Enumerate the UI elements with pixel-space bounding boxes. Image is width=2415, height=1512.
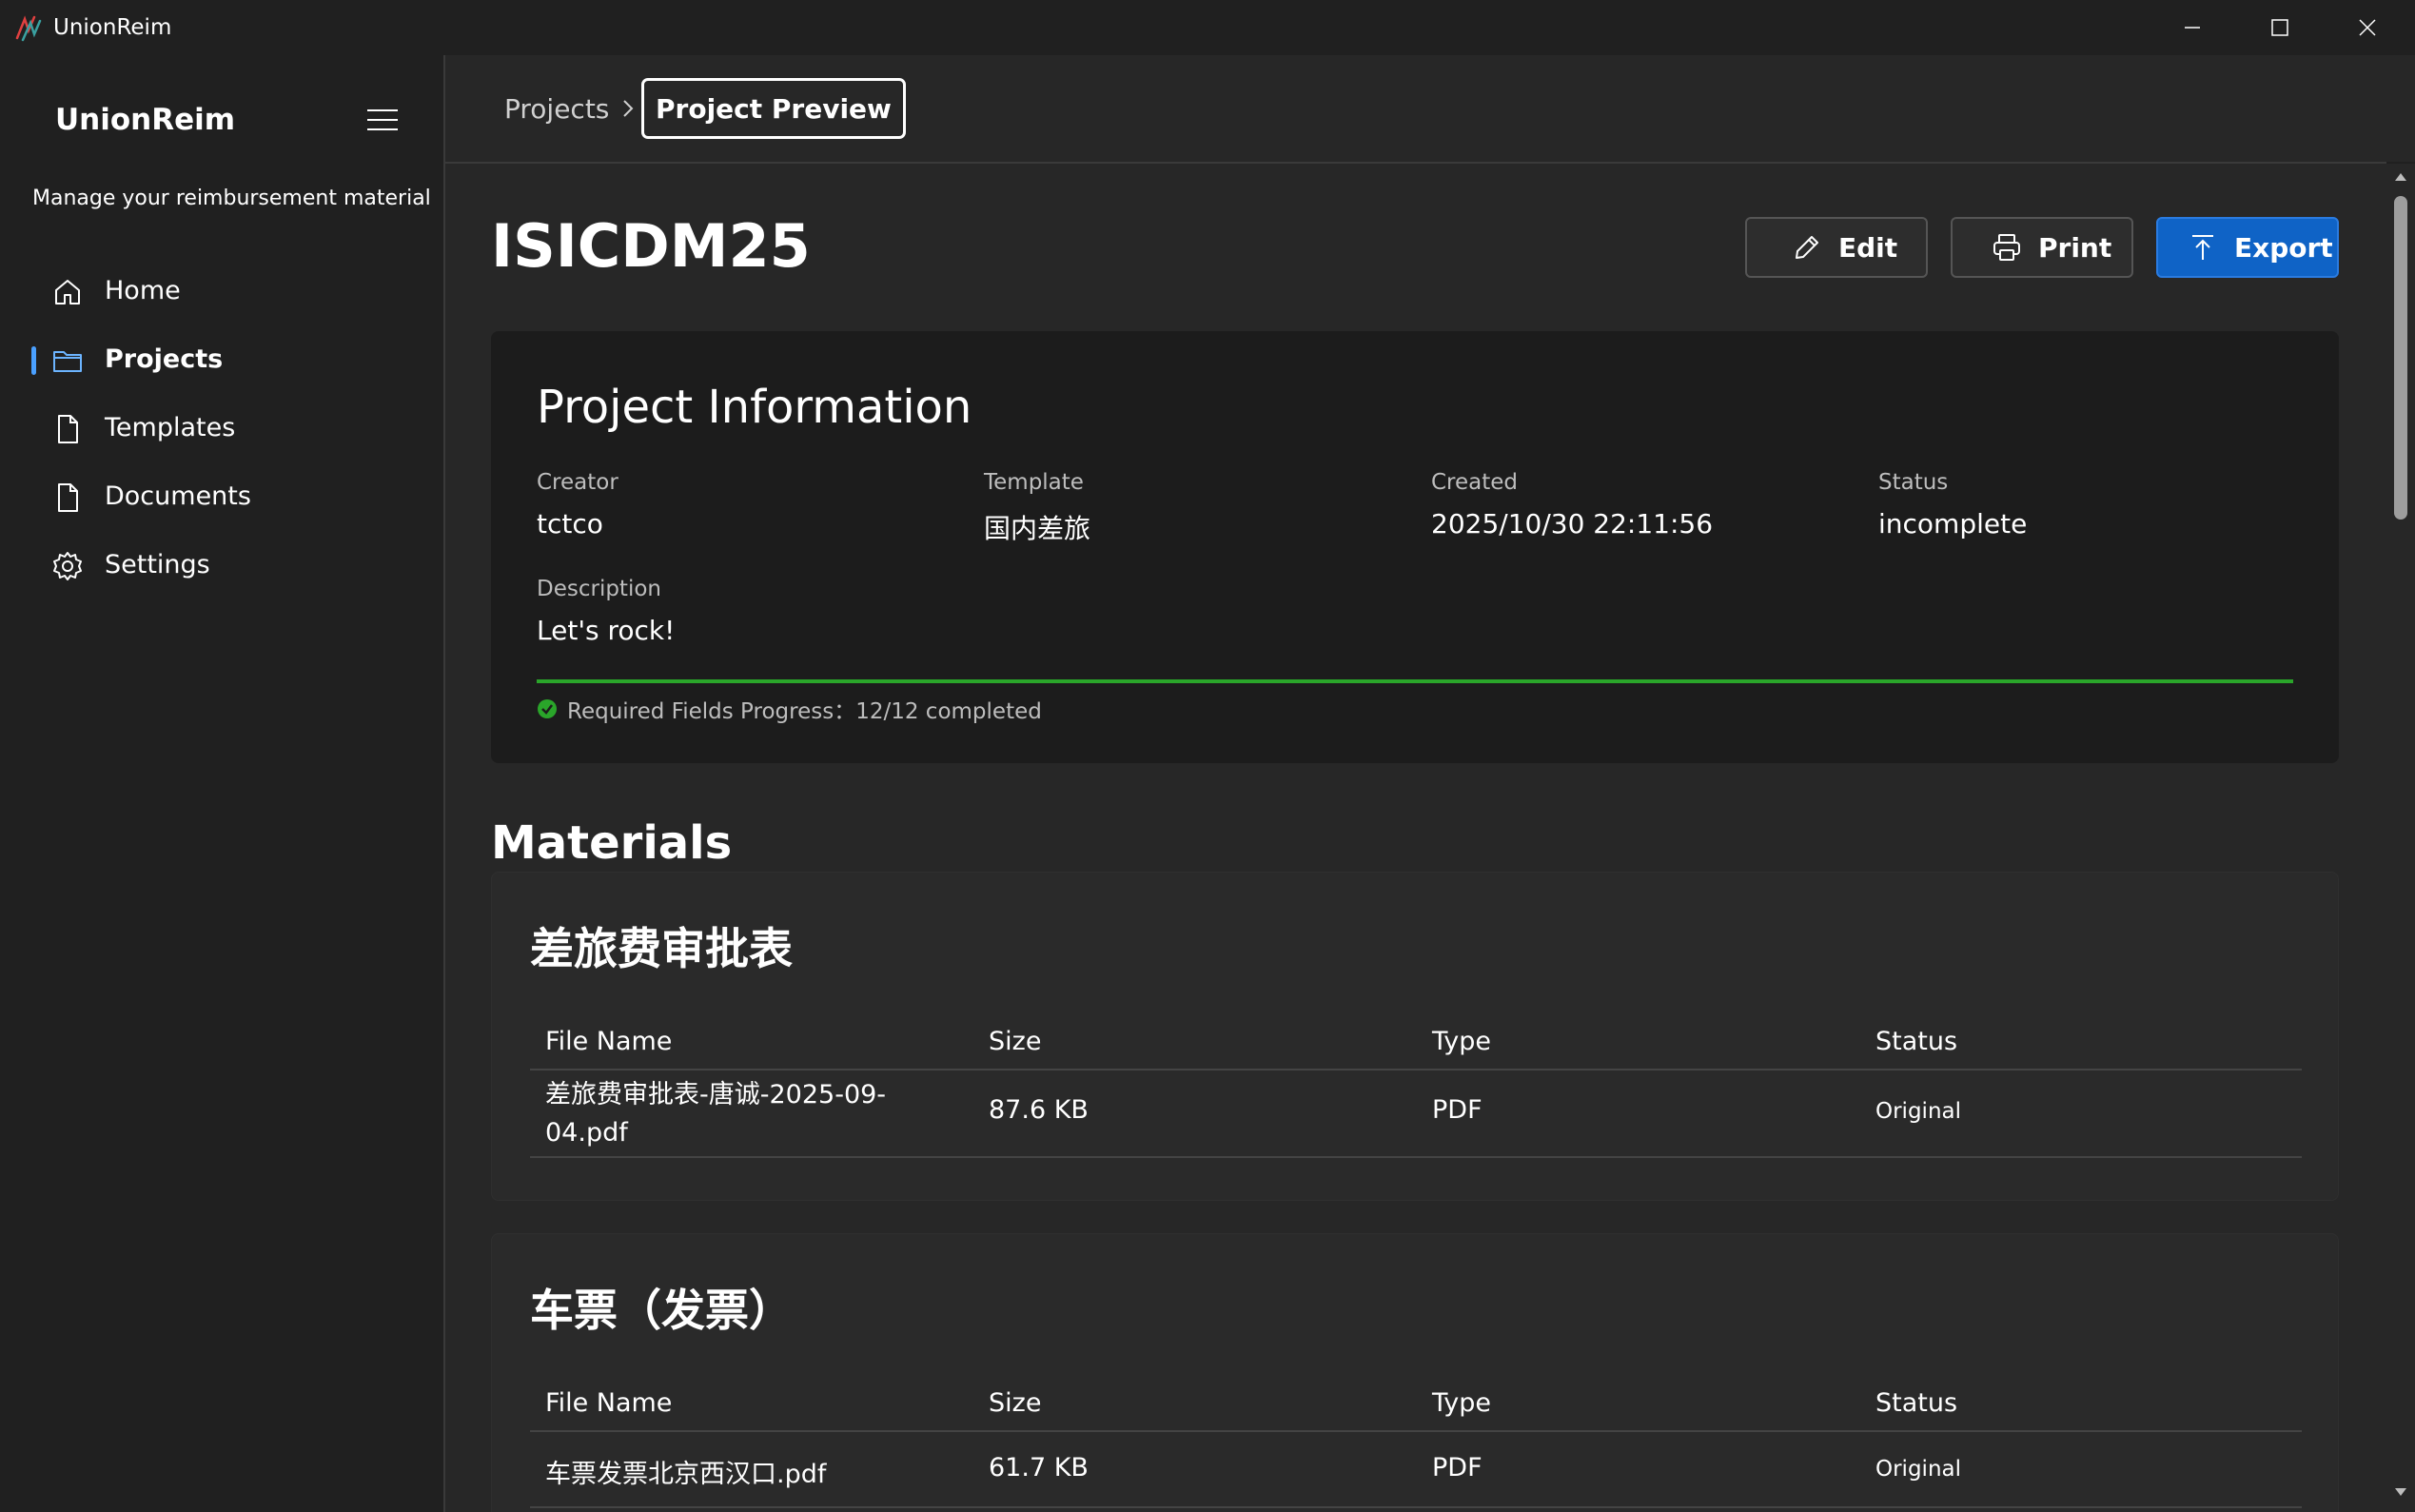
page-title: ISICDM25 xyxy=(491,211,811,281)
type-cell: PDF xyxy=(1432,1095,1482,1125)
main-content: ISICDM25 Edit Print Export Project Infor… xyxy=(445,164,2386,1512)
sidebar-item-settings[interactable]: Settings xyxy=(29,537,419,594)
table-row[interactable]: 车票发票北京西汉口.pdf 61.7 KB PDF Original xyxy=(530,1432,2302,1508)
edit-button[interactable]: Edit xyxy=(1745,217,1928,278)
required-fields-progress-bar xyxy=(537,679,2293,683)
status-cell: Original xyxy=(1875,1457,1962,1482)
sidebar-brand: UnionReim xyxy=(55,103,236,137)
description-value: Let's rock! xyxy=(537,615,676,646)
scroll-up-icon[interactable] xyxy=(2393,169,2408,185)
project-info-title: Project Information xyxy=(537,381,972,434)
description-label: Description xyxy=(537,577,661,601)
sidebar-item-label: Home xyxy=(105,276,181,305)
creator-label: Creator xyxy=(537,470,618,495)
created-label: Created xyxy=(1431,470,1519,495)
app-logo-icon xyxy=(15,15,42,42)
breadcrumb: Projects Project Preview xyxy=(445,55,2415,162)
export-button[interactable]: Export xyxy=(2156,217,2339,278)
column-header-type: Type xyxy=(1432,1388,1492,1418)
column-header-size: Size xyxy=(989,1027,1042,1056)
material-group-card: 车票（发票） File Name Size Type Status 车票发票北京… xyxy=(491,1233,2339,1512)
close-button[interactable] xyxy=(2324,0,2411,55)
printer-icon xyxy=(1993,234,2020,261)
breadcrumb-current[interactable]: Project Preview xyxy=(641,78,906,139)
document-icon xyxy=(58,415,78,443)
material-group-title: 车票（发票） xyxy=(530,1285,793,1336)
type-cell: PDF xyxy=(1432,1453,1482,1483)
print-button-label: Print xyxy=(2038,231,2112,264)
column-header-file-name: File Name xyxy=(545,1388,673,1418)
table-row[interactable]: 差旅费审批表-唐诚-2025-09-04.pdf 87.6 KB PDF Ori… xyxy=(530,1070,2302,1158)
sidebar: UnionReim Manage your reimbursement mate… xyxy=(0,55,443,1512)
menu-toggle-button[interactable] xyxy=(362,99,403,141)
maximize-button[interactable] xyxy=(2236,0,2324,55)
window-title: UnionReim xyxy=(53,15,172,40)
column-header-status: Status xyxy=(1875,1388,1958,1418)
sidebar-item-label: Documents xyxy=(105,481,251,511)
material-group-title: 差旅费审批表 xyxy=(530,923,793,974)
folder-icon xyxy=(53,351,82,372)
sidebar-item-projects[interactable]: Projects xyxy=(29,331,419,388)
size-cell: 61.7 KB xyxy=(989,1453,1089,1483)
created-value: 2025/10/30 22:11:56 xyxy=(1431,508,1714,540)
column-header-status: Status xyxy=(1875,1027,1958,1056)
active-indicator xyxy=(31,346,36,375)
sidebar-item-home[interactable]: Home xyxy=(29,263,419,320)
size-cell: 87.6 KB xyxy=(989,1095,1089,1125)
progress-status: Required Fields Progress：12/12 completed xyxy=(537,693,1042,725)
home-icon xyxy=(55,280,80,304)
hamburger-icon xyxy=(367,109,398,130)
sidebar-item-documents[interactable]: Documents xyxy=(29,468,419,525)
column-header-size: Size xyxy=(989,1388,1042,1418)
status-cell: Original xyxy=(1875,1099,1962,1124)
progress-text: Required Fields Progress：12/12 completed xyxy=(567,699,1042,724)
sidebar-item-label: Templates xyxy=(105,413,236,442)
minimize-icon xyxy=(2185,27,2200,29)
template-label: Template xyxy=(984,470,1084,495)
close-icon xyxy=(2359,19,2376,36)
file-name-cell: 车票发票北京西汉口.pdf xyxy=(545,1460,827,1489)
table-header: File Name Size Type Status xyxy=(530,1375,2302,1432)
status-label: Status xyxy=(1878,470,1949,495)
document-icon xyxy=(58,483,78,512)
scrollbar-thumb[interactable] xyxy=(2394,196,2407,520)
project-info-card: Project Information Creator tctco Templa… xyxy=(491,331,2339,763)
scroll-down-icon[interactable] xyxy=(2393,1484,2408,1500)
maximize-icon xyxy=(2271,19,2288,36)
template-value: 国内差旅 xyxy=(984,513,1091,544)
materials-title: Materials xyxy=(491,816,733,870)
title-bar: UnionReim xyxy=(0,0,2415,55)
pencil-icon xyxy=(1796,236,1818,259)
breadcrumb-projects-link[interactable]: Projects xyxy=(504,93,609,125)
column-header-type: Type xyxy=(1432,1027,1492,1056)
check-circle-icon xyxy=(538,699,557,718)
progress-fill xyxy=(537,679,2293,683)
sidebar-item-label: Projects xyxy=(105,344,224,374)
material-group-card: 差旅费审批表 File Name Size Type Status 差旅费审批表… xyxy=(491,872,2339,1201)
table-header: File Name Size Type Status xyxy=(530,1013,2302,1070)
creator-value: tctco xyxy=(537,508,603,540)
sidebar-item-label: Settings xyxy=(105,550,210,579)
column-header-file-name: File Name xyxy=(545,1027,673,1056)
vertical-scrollbar[interactable] xyxy=(2386,164,2415,1512)
sidebar-item-templates[interactable]: Templates xyxy=(29,400,419,457)
sidebar-subtitle: Manage your reimbursement material xyxy=(32,187,431,210)
status-value: incomplete xyxy=(1878,508,2028,540)
chevron-right-icon xyxy=(623,100,634,117)
export-icon xyxy=(2192,235,2213,260)
edit-button-label: Edit xyxy=(1838,231,1898,264)
gear-icon xyxy=(53,552,82,580)
print-button[interactable]: Print xyxy=(1951,217,2133,278)
file-name-cell: 差旅费审批表-唐诚-2025-09-04.pdf xyxy=(545,1080,887,1148)
minimize-button[interactable] xyxy=(2149,0,2236,55)
export-button-label: Export xyxy=(2234,231,2333,264)
